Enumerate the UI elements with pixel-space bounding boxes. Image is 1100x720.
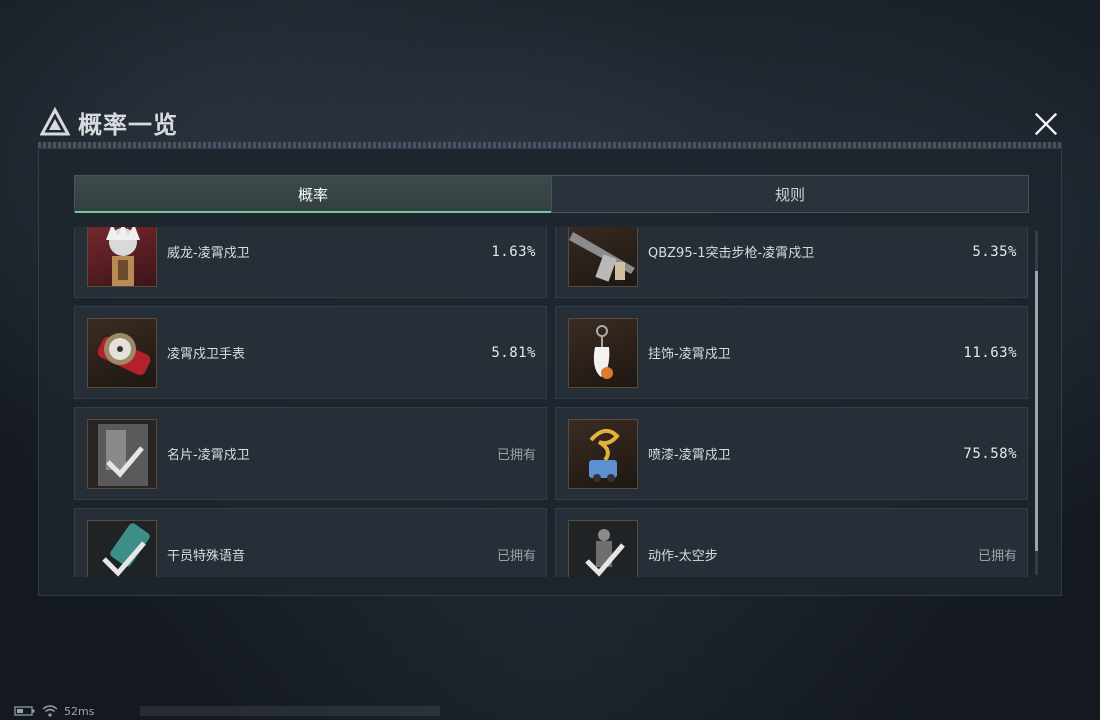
voice-icon bbox=[87, 519, 157, 577]
owned-label: 已拥有 bbox=[496, 549, 536, 564]
reward-item[interactable]: 威龙-凌霄戍卫 1.63% bbox=[74, 227, 547, 298]
reward-item[interactable]: 动作-太空步 已拥有 bbox=[555, 508, 1028, 577]
emote-icon bbox=[568, 519, 638, 577]
ping-readout: 52ms bbox=[64, 704, 95, 718]
owned-label: 已拥有 bbox=[496, 448, 536, 463]
reward-item[interactable]: 喷漆-凌霄戍卫 75.58% bbox=[555, 407, 1028, 500]
scrollbar-thumb[interactable] bbox=[1035, 271, 1038, 551]
operator-skin-icon bbox=[87, 227, 157, 287]
rifle-skin-icon bbox=[568, 227, 638, 287]
status-bar: 52ms bbox=[14, 704, 441, 718]
owned-label: 已拥有 bbox=[977, 549, 1017, 564]
spray-icon bbox=[568, 418, 638, 489]
tab-rules[interactable]: 规则 bbox=[551, 176, 1028, 212]
item-probability: 75.58% bbox=[963, 445, 1017, 462]
wifi-icon bbox=[42, 705, 58, 717]
probability-panel: 概率 规则 威龙-凌霄戍卫 1.63% QBZ95-1突击步枪-凌霄戍卫 5.3… bbox=[38, 148, 1062, 596]
reward-item[interactable]: 挂饰-凌霄戍卫 11.63% bbox=[555, 306, 1028, 399]
close-icon bbox=[1034, 112, 1058, 136]
reward-item[interactable]: 名片-凌霄戍卫 已拥有 bbox=[74, 407, 547, 500]
dialog-title: 概率一览 bbox=[78, 110, 178, 139]
item-name: 凌霄戍卫手表 bbox=[167, 347, 246, 362]
watch-icon bbox=[87, 317, 157, 388]
delta-logo-icon bbox=[40, 107, 70, 136]
item-name: 挂饰-凌霄戍卫 bbox=[648, 347, 731, 362]
tab-bar: 概率 规则 bbox=[74, 175, 1029, 213]
item-probability: 5.35% bbox=[972, 243, 1017, 260]
tab-probability[interactable]: 概率 bbox=[75, 176, 551, 213]
name-card-icon bbox=[87, 418, 157, 489]
close-button[interactable] bbox=[1026, 104, 1066, 144]
item-name: 名片-凌霄戍卫 bbox=[167, 448, 250, 463]
battery-icon bbox=[14, 706, 35, 716]
item-probability: 1.63% bbox=[491, 243, 536, 260]
item-probability: 11.63% bbox=[963, 344, 1017, 361]
item-name: 喷漆-凌霄戍卫 bbox=[648, 448, 731, 463]
charm-icon bbox=[568, 317, 638, 388]
reward-item[interactable]: 干员特殊语音 已拥有 bbox=[74, 508, 547, 577]
item-name: 干员特殊语音 bbox=[167, 549, 246, 564]
item-name: 威龙-凌霄戍卫 bbox=[167, 246, 250, 261]
list-scrollbar[interactable] bbox=[1035, 231, 1038, 575]
item-probability: 5.81% bbox=[491, 344, 536, 361]
item-name: 动作-太空步 bbox=[648, 549, 718, 564]
dialog-header: 概率一览 bbox=[40, 104, 178, 140]
status-info-blurred bbox=[140, 706, 441, 716]
reward-item[interactable]: 凌霄戍卫手表 5.81% bbox=[74, 306, 547, 399]
reward-list[interactable]: 威龙-凌霄戍卫 1.63% QBZ95-1突击步枪-凌霄戍卫 5.35% 凌霄戍… bbox=[74, 227, 1029, 577]
reward-item[interactable]: QBZ95-1突击步枪-凌霄戍卫 5.35% bbox=[555, 227, 1028, 298]
item-name: QBZ95-1突击步枪-凌霄戍卫 bbox=[648, 246, 815, 261]
